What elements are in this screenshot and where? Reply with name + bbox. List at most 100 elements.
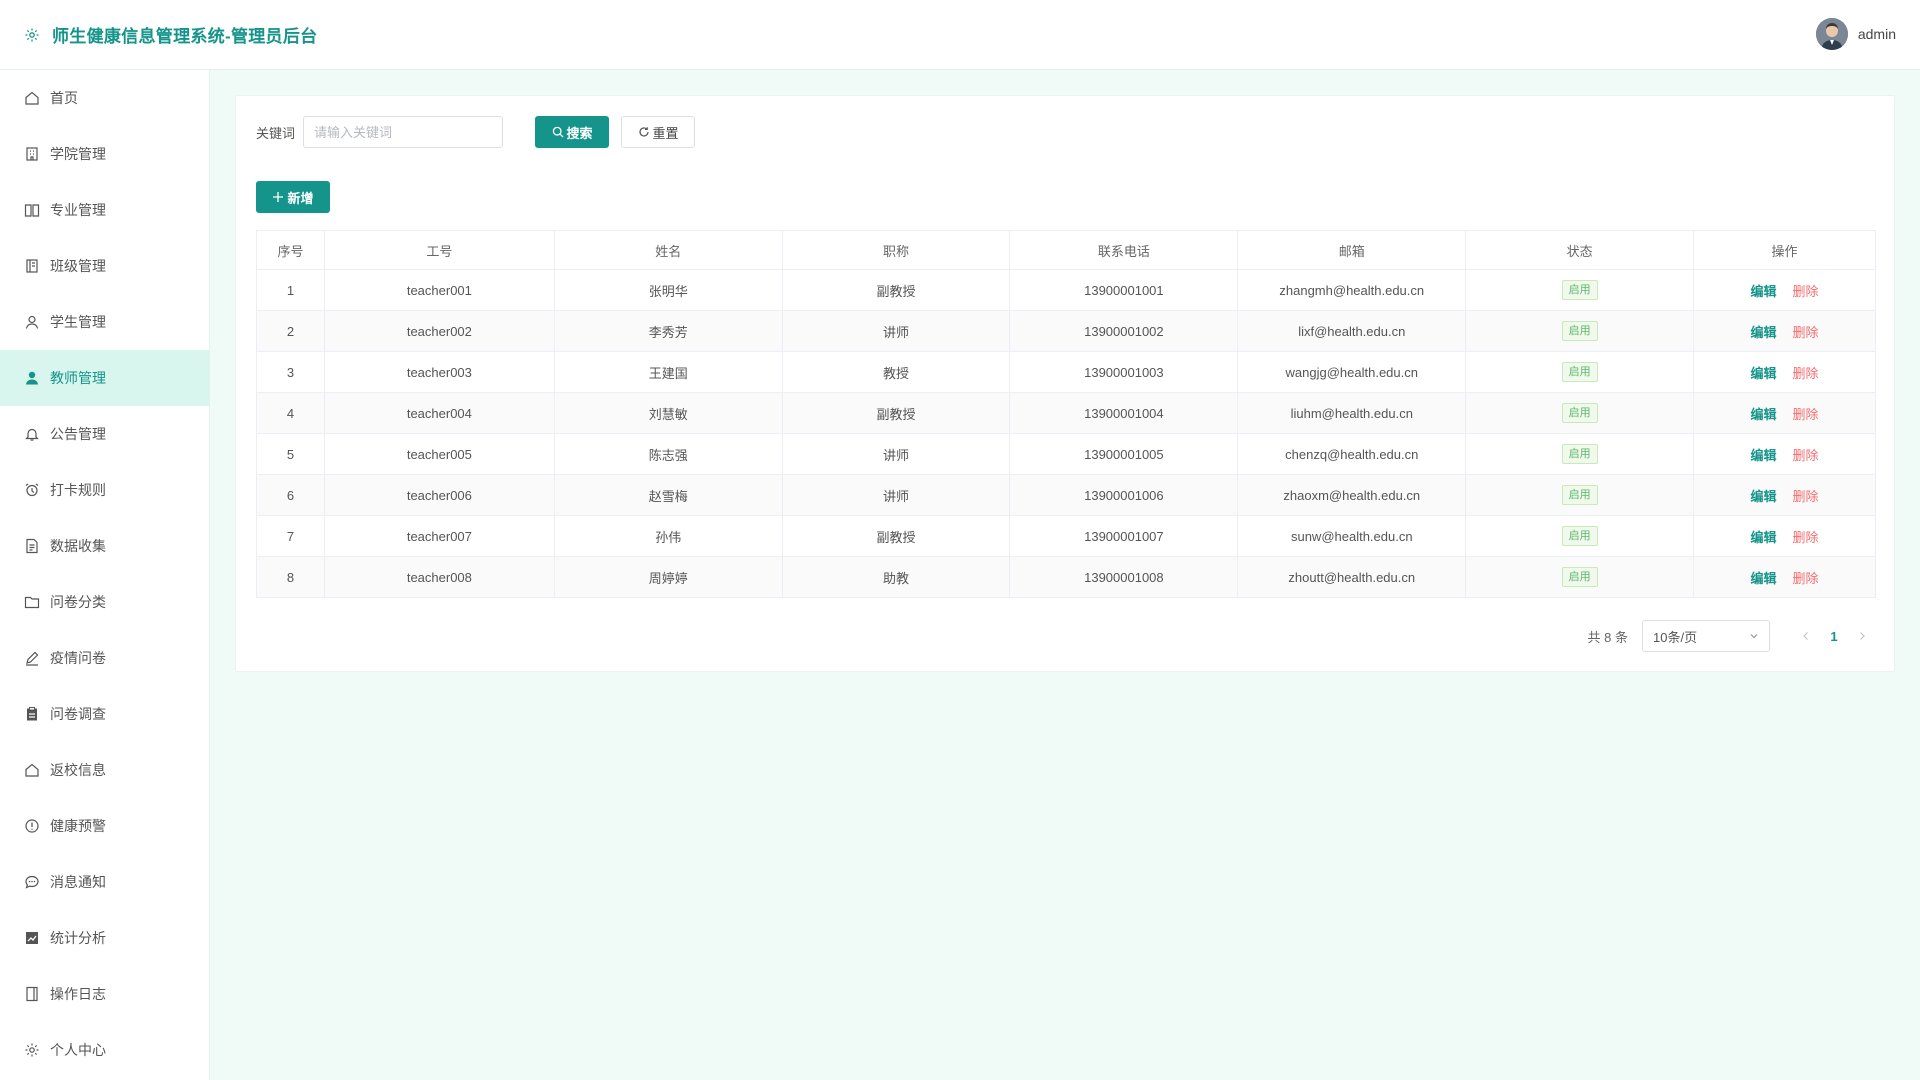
sidebar-item-9[interactable]: 问卷分类: [0, 574, 209, 630]
setting-icon: [25, 1043, 39, 1057]
sidebar-item-2[interactable]: 专业管理: [0, 182, 209, 238]
teacher-table: 序号 工号 姓名 职称 联系电话 邮箱 状态 操作 1 teacher001 张明华 副教授 1390…: [256, 230, 1876, 598]
delete-button[interactable]: 删除: [1793, 530, 1819, 545]
cell-name: 张明华: [553, 269, 783, 311]
cell-name: 赵雪梅: [553, 474, 783, 516]
edit-button[interactable]: 编辑: [1751, 407, 1777, 422]
sidebar-item-4[interactable]: 学生管理: [0, 294, 209, 350]
table-row: 7 teacher007 孙伟 副教授 13900001007 sunw@health.e…: [256, 515, 1876, 557]
sidebar-item-6[interactable]: 公告管理: [0, 406, 209, 462]
keyword-input[interactable]: [303, 116, 504, 148]
cell-id: teacher003: [323, 351, 555, 393]
sidebar-item-5[interactable]: 教师管理: [0, 350, 209, 406]
sidebar-item-11[interactable]: 问卷调查: [0, 686, 209, 742]
sidebar-item-13[interactable]: 健康预警: [0, 798, 209, 854]
pagination-total: 共 8 条: [1587, 629, 1628, 645]
cell-phone: 13900001007: [1009, 515, 1239, 557]
search-button-label: 搜索: [566, 125, 593, 141]
sidebar-item-label: 班级管理: [50, 258, 106, 274]
sidebar-item-10[interactable]: 疫情问卷: [0, 630, 209, 686]
reset-button-label: 重置: [652, 125, 679, 141]
prev-page-button[interactable]: [1794, 629, 1818, 644]
edit-button[interactable]: 编辑: [1751, 448, 1777, 463]
sidebar-item-3[interactable]: 班级管理: [0, 238, 209, 294]
edit-button[interactable]: 编辑: [1751, 530, 1777, 545]
reset-button[interactable]: 重置: [621, 116, 696, 148]
search-button[interactable]: 搜索: [535, 116, 610, 148]
top-header: 师生健康信息管理系统-管理员后台 admin: [0, 0, 1920, 70]
sidebar-item-label: 打卡规则: [50, 482, 106, 498]
avatar-person-icon: [1815, 18, 1848, 50]
user-menu[interactable]: admin: [1815, 18, 1896, 50]
cell-email: sunw@health.edu.cn: [1237, 515, 1467, 557]
page-number-current[interactable]: 1: [1818, 629, 1850, 644]
cell-title: 副教授: [781, 392, 1011, 434]
page-size-select[interactable]: 10条/页: [1642, 620, 1770, 652]
delete-button[interactable]: 删除: [1793, 407, 1819, 422]
column-header: 职称: [781, 230, 1011, 270]
next-page-button[interactable]: [1850, 629, 1874, 644]
delete-button[interactable]: 删除: [1793, 489, 1819, 504]
delete-button[interactable]: 删除: [1793, 366, 1819, 381]
edit-button[interactable]: 编辑: [1751, 571, 1777, 586]
sidebar-item-label: 专业管理: [50, 202, 106, 218]
table-row: 8 teacher008 周婷婷 助教 13900001008 zhoutt@health…: [256, 556, 1876, 598]
user-filled-icon: [26, 371, 38, 385]
cell-actions: 编辑 删除: [1693, 433, 1876, 475]
delete-button[interactable]: 删除: [1793, 325, 1819, 340]
refresh-icon: [638, 127, 649, 137]
sidebar-item-7[interactable]: 打卡规则: [0, 462, 209, 518]
log-book-icon: [26, 986, 38, 1002]
keyword-label: 关键词: [256, 125, 296, 141]
page-size-value: 10条/页: [1653, 629, 1698, 645]
table-row: 5 teacher005 陈志强 讲师 13900001005 chenzq@health…: [256, 433, 1876, 475]
sidebar-item-12[interactable]: 返校信息: [0, 742, 209, 798]
cell-email: lixf@health.edu.cn: [1237, 310, 1467, 352]
edit-button[interactable]: 编辑: [1751, 325, 1777, 340]
cell-email: zhaoxm@health.edu.cn: [1237, 474, 1467, 516]
chevron-right-icon: [1860, 631, 1865, 640]
delete-button[interactable]: 删除: [1793, 571, 1819, 586]
sidebar-item-17[interactable]: 个人中心: [0, 1022, 209, 1078]
sidebar-item-label: 问卷分类: [50, 594, 106, 610]
brand: 师生健康信息管理系统-管理员后台: [24, 22, 317, 47]
status-badge: 启用: [1561, 526, 1598, 546]
edit-button[interactable]: 编辑: [1751, 284, 1777, 299]
sidebar-item-0[interactable]: 首页: [0, 70, 209, 126]
delete-button[interactable]: 删除: [1793, 284, 1819, 299]
add-button-label: 新增: [287, 190, 314, 206]
cell-email: zhangmh@health.edu.cn: [1237, 269, 1467, 311]
cell-name: 刘慧敏: [553, 392, 783, 434]
cell-name: 李秀芳: [553, 310, 783, 352]
add-button[interactable]: 新增: [256, 181, 330, 213]
edit-button[interactable]: 编辑: [1751, 366, 1777, 381]
sidebar-item-15[interactable]: 统计分析: [0, 910, 209, 966]
cell-no: 6: [256, 474, 325, 516]
sidebar-item-8[interactable]: 数据收集: [0, 518, 209, 574]
cell-id: teacher004: [323, 392, 555, 434]
cell-email: wangjg@health.edu.cn: [1237, 351, 1467, 393]
table-row: 2 teacher002 李秀芳 讲师 13900001002 lixf@health.e…: [256, 310, 1876, 352]
chevron-left-icon: [1803, 631, 1808, 640]
cell-name: 陈志强: [553, 433, 783, 475]
cell-phone: 13900001004: [1009, 392, 1239, 434]
cell-status: 启用: [1465, 515, 1695, 557]
trend-chart-icon: [26, 932, 38, 944]
cell-title: 教授: [781, 351, 1011, 393]
sidebar-item-label: 数据收集: [50, 538, 106, 554]
status-badge: 启用: [1561, 280, 1598, 300]
cell-title: 讲师: [781, 474, 1011, 516]
building-icon: [26, 147, 38, 161]
sidebar-item-16[interactable]: 操作日志: [0, 966, 209, 1022]
sidebar-item-1[interactable]: 学院管理: [0, 126, 209, 182]
edit-button[interactable]: 编辑: [1751, 489, 1777, 504]
column-header: 姓名: [553, 230, 783, 270]
avatar[interactable]: [1815, 18, 1848, 50]
cell-title: 副教授: [781, 515, 1011, 557]
username[interactable]: admin: [1858, 26, 1896, 42]
sidebar-item-label: 学生管理: [50, 314, 106, 330]
delete-button[interactable]: 删除: [1793, 448, 1819, 463]
sidebar-item-label: 统计分析: [50, 930, 106, 946]
sidebar-item-14[interactable]: 消息通知: [0, 854, 209, 910]
cell-no: 8: [256, 556, 325, 598]
